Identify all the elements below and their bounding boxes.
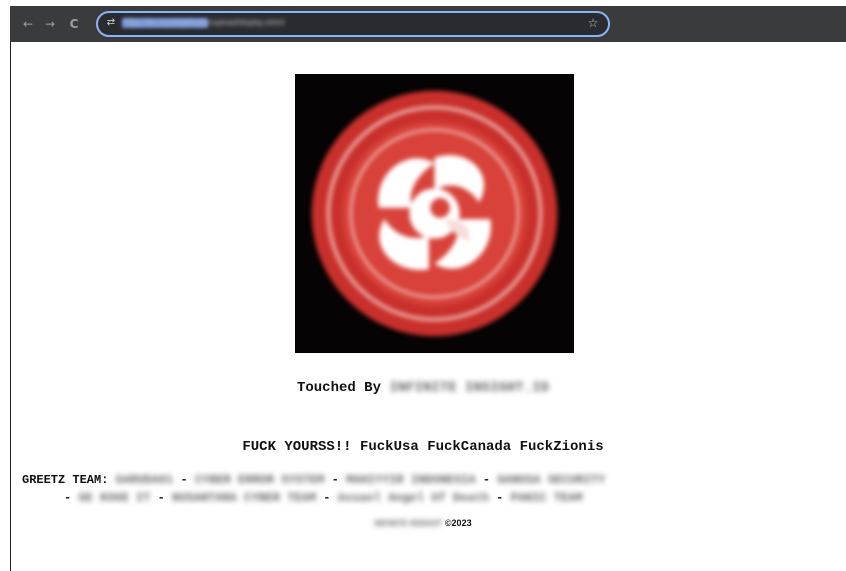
greetz-separator: - [331, 473, 339, 487]
touched-by-label: Touched By [296, 380, 381, 396]
footer-name: INFINITE INSIGHT [374, 519, 443, 528]
back-icon[interactable]: ← [20, 16, 36, 32]
greetz-separator: - [496, 491, 504, 505]
greetz-label: GREETZ TEAM: [22, 473, 109, 487]
footer-year: ©2023 [444, 518, 472, 528]
greetz-separator: - [323, 491, 331, 505]
reload-icon[interactable]: C [66, 16, 82, 32]
greetz-line-1: GREETZ TEAM: GARUDA01 - CYBER ERROR SYST… [22, 471, 846, 489]
touched-by-name: INFINITE INSIGHT.ID [389, 380, 550, 396]
url-text[interactable]: https://ex.mock/pb/index/upload/display.… [124, 16, 284, 30]
browser-toolbar: ← → C ⇄ https://ex.mock/pb/index/upload/… [10, 6, 846, 42]
greetz-team: NUSANTARA CYBER TEAM [172, 491, 317, 505]
footer-copyright: INFINITE INSIGHT ©2023 [0, 518, 846, 528]
touched-by-line: Touched By INFINITE INSIGHT.ID [0, 380, 846, 396]
greetz-separator: - [180, 473, 188, 487]
greetz-team: CYBER ERROR SYSTEM [194, 473, 325, 487]
slogan-text: FUCK YOURSS!! FuckUsa FuckCanada FuckZio… [242, 439, 604, 455]
greetz-team: GE KOGE IT [78, 491, 151, 505]
greetz-team: Assael Angel Of Death [337, 491, 489, 505]
greetz-block: GREETZ TEAM: GARUDA01 - CYBER ERROR SYST… [22, 471, 846, 507]
forward-icon[interactable]: → [42, 16, 58, 32]
team-logo [295, 74, 574, 353]
address-bar[interactable]: ⇄ https://ex.mock/pb/index/upload/displa… [96, 11, 610, 37]
site-info-icon[interactable]: ⇄ [104, 16, 118, 30]
greetz-separator: - [482, 473, 491, 487]
window-left-border [10, 42, 11, 571]
greetz-team: PANIC TEAM [510, 491, 583, 505]
greetz-separator: - [157, 491, 165, 505]
greetz-team: GARUDA01 [115, 473, 174, 487]
emblem-icon [311, 90, 558, 337]
bookmark-star-icon[interactable]: ☆ [586, 16, 600, 30]
greetz-team: MAHIYYIR INDONESIA [346, 473, 476, 487]
greetz-line-2: - GE KOGE IT - NUSANTARA CYBER TEAM - As… [22, 489, 846, 507]
greetz-separator: - [64, 491, 72, 505]
greetz-team: GANOSA SECURITY [497, 473, 606, 487]
